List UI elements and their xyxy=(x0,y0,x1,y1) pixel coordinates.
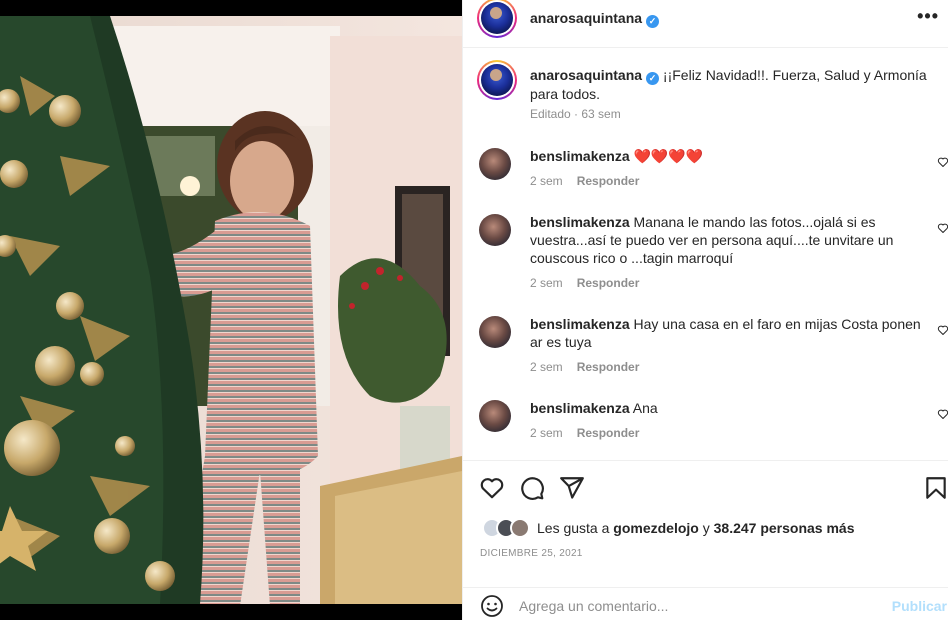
comment-avatar[interactable] xyxy=(479,400,511,432)
comment-age[interactable]: 2 sem xyxy=(530,174,563,188)
publish-button[interactable]: Publicar xyxy=(892,598,947,614)
post-panel: anarosaquintana ✓ ••• anarosaquintana ✓ ¡¡… xyxy=(462,0,948,620)
comment-avatar[interactable] xyxy=(479,214,511,246)
heart-icon[interactable] xyxy=(937,222,948,234)
likes-prefix: Les gusta a xyxy=(537,520,610,536)
comment-meta: 2 sem Responder xyxy=(530,174,653,188)
reply-button[interactable]: Responder xyxy=(577,276,640,290)
verified-badge-icon: ✓ xyxy=(646,72,660,85)
post-photo[interactable] xyxy=(0,0,462,620)
comment-body: benslimakenza ❤️❤️❤️❤️ xyxy=(530,147,925,165)
comment-username[interactable]: benslimakenza xyxy=(530,400,630,416)
comment-icon[interactable] xyxy=(519,475,545,501)
caption-username[interactable]: anarosaquintana ✓ xyxy=(530,67,660,85)
avatar xyxy=(510,518,530,538)
author-avatar[interactable] xyxy=(477,0,517,38)
comment-avatar[interactable] xyxy=(479,148,511,180)
caption-username-text[interactable]: anarosaquintana xyxy=(530,67,642,83)
post-date[interactable]: DICIEMBRE 25, 2021 xyxy=(480,548,583,559)
caption-avatar[interactable] xyxy=(477,60,517,100)
comment-body: benslimakenza Ana xyxy=(530,399,925,417)
author-username-text[interactable]: anarosaquintana xyxy=(530,10,642,26)
share-icon[interactable] xyxy=(559,475,585,501)
comment-username[interactable]: benslimakenza xyxy=(530,148,630,164)
likes-count[interactable]: 38.247 personas más xyxy=(714,520,855,536)
comment-age[interactable]: 2 sem xyxy=(530,426,563,440)
comment-meta: 2 sem Responder xyxy=(530,276,653,290)
likes-joiner: y xyxy=(702,520,710,536)
comment-input[interactable] xyxy=(519,594,869,618)
heart-icon[interactable] xyxy=(937,324,948,336)
heart-icon[interactable] xyxy=(479,475,505,501)
caption-meta: Editado · 63 sem xyxy=(530,107,621,121)
heart-icon[interactable] xyxy=(937,156,948,168)
reply-button[interactable]: Responder xyxy=(577,174,640,188)
author-username[interactable]: anarosaquintana ✓ xyxy=(530,10,660,28)
comment-username[interactable]: benslimakenza xyxy=(530,214,630,230)
more-options-icon[interactable]: ••• xyxy=(917,6,939,27)
comment-age[interactable]: 2 sem xyxy=(530,360,563,374)
likes-text: Les gusta a gomezdelojo y 38.247 persona… xyxy=(537,520,855,536)
liker-username[interactable]: gomezdelojo xyxy=(613,520,699,536)
emoji-icon[interactable] xyxy=(480,594,504,618)
comment-avatar[interactable] xyxy=(479,316,511,348)
reply-button[interactable]: Responder xyxy=(577,426,640,440)
comment-age[interactable]: 2 sem xyxy=(530,276,563,290)
caption-age[interactable]: 63 sem xyxy=(581,107,620,121)
comment-meta: 2 sem Responder xyxy=(530,426,653,440)
caption-body: anarosaquintana ✓ ¡¡Feliz Navidad!!. Fuer… xyxy=(530,66,935,103)
heart-icon[interactable] xyxy=(937,408,948,420)
bookmark-icon[interactable] xyxy=(923,475,948,501)
comment-text: ❤️❤️❤️❤️ xyxy=(633,148,704,164)
reply-button[interactable]: Responder xyxy=(577,360,640,374)
verified-badge-icon: ✓ xyxy=(646,15,660,28)
likers-avatars[interactable] xyxy=(482,518,538,538)
comment-text: Ana xyxy=(632,400,658,416)
comment-meta: 2 sem Responder xyxy=(530,360,653,374)
add-comment-bar: Publicar xyxy=(463,587,948,620)
comment-body: benslimakenza Hay una casa en el faro en… xyxy=(530,315,925,351)
comment-body: benslimakenza Manana le mando las fotos.… xyxy=(530,213,925,267)
post-actions xyxy=(463,460,948,516)
post-header: anarosaquintana ✓ ••• xyxy=(463,0,948,48)
caption-edited: Editado xyxy=(530,107,571,121)
post-image xyxy=(0,16,462,604)
comment-username[interactable]: benslimakenza xyxy=(530,316,630,332)
